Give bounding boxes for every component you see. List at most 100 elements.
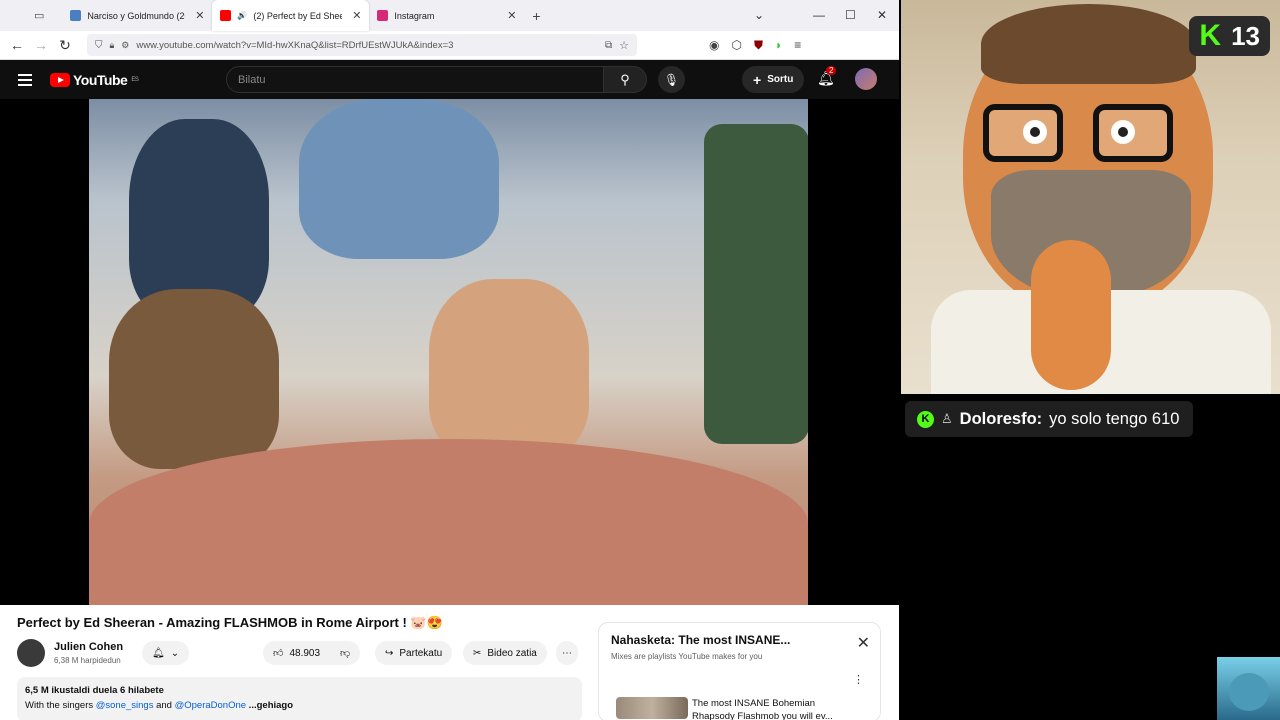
reload-icon[interactable]: ↻ xyxy=(53,37,77,54)
puppet-hair xyxy=(981,4,1196,84)
video-scene-phone xyxy=(704,124,808,444)
voice-search-button[interactable]: 🎙︎ xyxy=(658,66,685,93)
video-info: Perfect by Ed Sheeran - Amazing FLASHMOB… xyxy=(0,605,899,720)
youtube-header: YouTube ES Bilatu ⚲ 🎙︎ + Sortu 🔔︎ 2 xyxy=(0,60,899,99)
share-label: Partekatu xyxy=(399,647,443,659)
mascot-image xyxy=(1217,657,1280,720)
description-middle: and xyxy=(153,700,175,711)
more-icon: ⋯ xyxy=(562,647,572,659)
video-scene-person xyxy=(429,279,589,459)
streamer-webcam: K 13 xyxy=(901,0,1280,394)
mascot-body xyxy=(1229,673,1269,711)
close-window-icon[interactable]: ✕ xyxy=(877,8,887,22)
video-scene-hand xyxy=(89,439,808,605)
menu-icon[interactable]: ≡ xyxy=(794,38,801,53)
kick-logo-icon: K xyxy=(1199,19,1222,52)
close-tab-icon[interactable]: ✕ xyxy=(352,9,361,22)
navigation-bar: ← → ↻ ⛉ 🔒︎ ⚙ www.youtube.com/watch?v=MId… xyxy=(0,31,899,60)
create-button[interactable]: + Sortu xyxy=(742,66,805,93)
clip-label: Bideo zatia xyxy=(487,647,537,659)
favicon-icon xyxy=(70,10,82,21)
view-stats: 6,5 M ikustaldi duela 6 hilabete xyxy=(25,685,164,696)
ublock-icon[interactable]: ⛊ xyxy=(754,38,763,53)
tab-overview-icon[interactable]: ▭ xyxy=(34,9,44,22)
tab-title: (2) Perfect by Ed Sheeran - A xyxy=(253,10,343,21)
user-icon: ♙ xyxy=(941,411,953,426)
audio-extension-icon[interactable]: ◗ xyxy=(775,38,782,53)
chat-username: Doloresfo: xyxy=(959,409,1043,428)
notifications-subscription-button[interactable]: 🔔︎ ⌄ xyxy=(142,641,190,665)
search-button[interactable]: ⚲ xyxy=(603,66,647,93)
toolbar-icons: ◉ ⬡ ⛊ ◗ ≡ xyxy=(709,38,801,53)
maximize-icon[interactable]: ☐ xyxy=(845,8,856,22)
shield-icon[interactable]: ⛉ xyxy=(95,40,103,51)
more-vertical-icon[interactable]: ⋮ xyxy=(853,673,864,686)
youtube-favicon-icon xyxy=(220,10,232,21)
bell-icon: 🔔︎ xyxy=(152,647,165,659)
minimize-icon[interactable]: — xyxy=(813,8,825,22)
tab-instagram[interactable]: Instagram ✕ xyxy=(369,0,524,31)
share-button[interactable]: ↪ Partekatu xyxy=(375,641,453,665)
tab-title: Instagram xyxy=(394,10,435,21)
microphone-icon: 🎙︎ xyxy=(663,72,680,87)
notification-badge: 2 xyxy=(826,66,837,75)
back-icon[interactable]: ← xyxy=(5,37,29,53)
subscriber-count: 6,38 M harpidedun xyxy=(54,656,121,665)
video-player[interactable] xyxy=(0,99,899,605)
playlist-item-thumbnail[interactable] xyxy=(616,697,688,719)
like-button[interactable]: 👍︎ 48.903 👎︎ xyxy=(263,641,361,665)
search-input[interactable]: Bilatu xyxy=(226,66,604,93)
extensions-icon[interactable]: ⬡ xyxy=(731,38,741,53)
clip-button[interactable]: ✂ Bideo zatia xyxy=(463,641,547,665)
kick-badge-icon: K xyxy=(917,410,934,428)
address-bar[interactable]: ⛉ 🔒︎ ⚙ www.youtube.com/watch?v=MId-hwXKn… xyxy=(87,34,637,56)
channel-avatar[interactable] xyxy=(17,639,45,667)
audio-icon[interactable]: 🔊 xyxy=(237,11,247,20)
avatar[interactable] xyxy=(855,68,877,90)
chat-message: K ♙ Doloresfo: yo solo tengo 610 xyxy=(905,401,1194,437)
tab-title: Narciso y Goldmundo (2020) - F xyxy=(87,10,185,21)
permissions-icon[interactable]: ⚙ xyxy=(121,40,129,51)
tab-list-icon[interactable]: ⌄ xyxy=(754,8,764,22)
mention-link[interactable]: @sone_sings xyxy=(96,700,154,711)
like-count: 48.903 xyxy=(289,647,321,659)
translate-icon[interactable]: ⧉ xyxy=(605,40,612,51)
dislike-icon[interactable]: 👎︎ xyxy=(340,647,350,659)
description-text: With the singers @sone_sings and @OperaD… xyxy=(25,700,574,711)
video-frame[interactable] xyxy=(89,99,808,605)
notifications-button[interactable]: 🔔︎ 2 xyxy=(817,66,837,87)
playlist-item-title[interactable]: The most INSANE Bohemian Rhapsody Flashm… xyxy=(692,697,842,720)
close-tab-icon[interactable]: ✕ xyxy=(195,9,204,22)
kick-counter-badge: K 13 xyxy=(1189,16,1270,56)
hamburger-menu-icon[interactable] xyxy=(18,73,32,86)
channel-name[interactable]: Julien Cohen xyxy=(54,641,123,653)
show-more-link[interactable]: ...gehiago xyxy=(246,700,293,711)
youtube-logo[interactable]: YouTube ES xyxy=(50,71,139,88)
new-tab-button[interactable]: + xyxy=(532,8,540,24)
bookmark-star-icon[interactable]: ☆ xyxy=(619,39,629,52)
description-box[interactable]: 6,5 M ikustaldi duela 6 hilabete With th… xyxy=(17,677,582,720)
tab-bar: ▭ Narciso y Goldmundo (2020) - F ✕ 🔊 (2)… xyxy=(0,0,899,31)
account-icon[interactable]: ◉ xyxy=(709,38,719,53)
playlist-title[interactable]: Nahasketa: The most INSANE... xyxy=(611,633,868,647)
screen: ▭ Narciso y Goldmundo (2020) - F ✕ 🔊 (2)… xyxy=(0,0,1280,720)
lock-icon[interactable]: 🔒︎ xyxy=(110,40,115,51)
close-icon[interactable]: ✕ xyxy=(857,633,870,653)
logo-text: YouTube xyxy=(73,71,128,88)
mention-link[interactable]: @OperaDonOne xyxy=(175,700,246,711)
more-actions-button[interactable]: ⋯ xyxy=(556,641,578,665)
close-tab-icon[interactable]: ✕ xyxy=(507,9,516,22)
video-title: Perfect by Ed Sheeran - Amazing FLASHMOB… xyxy=(17,615,443,630)
scissors-icon: ✂ xyxy=(473,647,482,659)
chat-text: yo solo tengo 610 xyxy=(1049,409,1180,428)
url-text[interactable]: www.youtube.com/watch?v=MId-hwXKnaQ&list… xyxy=(136,40,598,51)
tab-youtube[interactable]: 🔊 (2) Perfect by Ed Sheeran - A ✕ xyxy=(212,0,370,31)
description-prefix: With the singers xyxy=(25,700,96,711)
tab-narciso[interactable]: Narciso y Goldmundo (2020) - F ✕ xyxy=(62,0,212,31)
counter-value: 13 xyxy=(1231,20,1260,51)
region-code: ES xyxy=(131,76,139,83)
forward-icon[interactable]: → xyxy=(29,37,53,53)
playlist-subtitle: Mixes are playlists YouTube makes for yo… xyxy=(611,652,763,661)
video-scene-person xyxy=(109,289,279,469)
search-icon: ⚲ xyxy=(620,71,630,87)
